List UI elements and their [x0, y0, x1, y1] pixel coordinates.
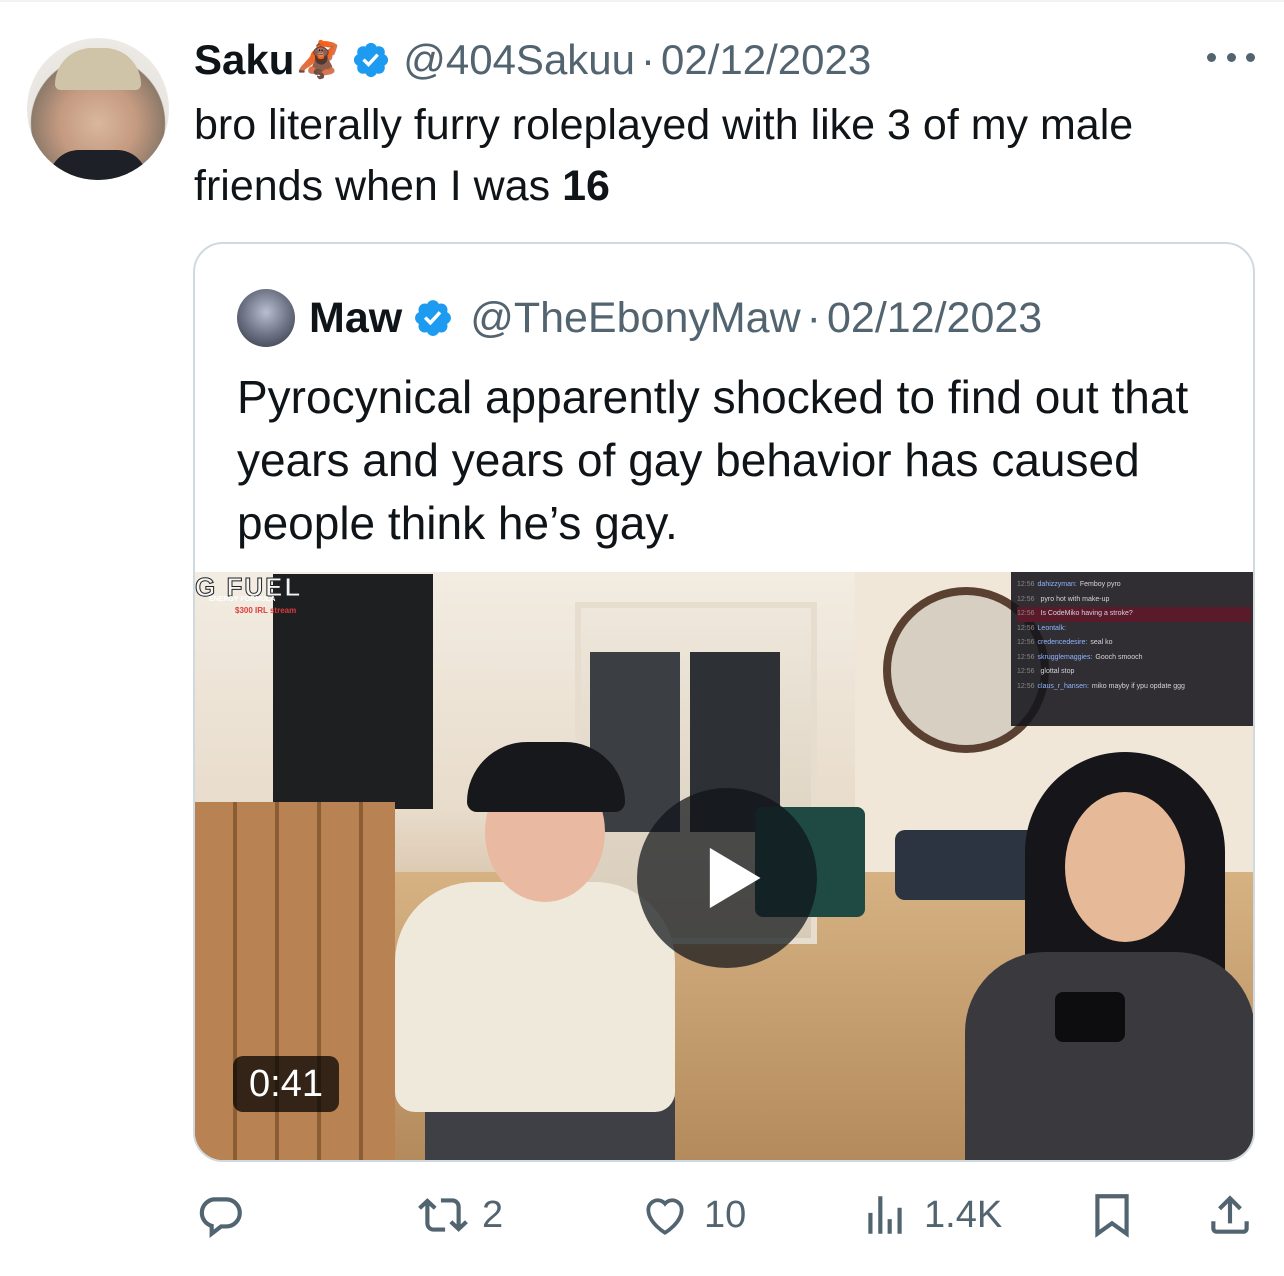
chat-timestamp: 12:56: [1017, 639, 1035, 646]
chat-timestamp: 12:56: [1017, 595, 1035, 603]
chat-line: 12:56 claus_r_hansen: miko mayby if ypu op…: [1017, 680, 1251, 695]
chat-timestamp: 12:56: [1017, 668, 1035, 675]
like-count: 10: [704, 1193, 747, 1236]
chat-message: Is CodeMiko having a stroke?: [1040, 610, 1133, 617]
chat-timestamp: 12:56: [1017, 581, 1035, 588]
bookmark-icon: [1095, 1194, 1129, 1238]
quote-date-separator: ·: [806, 293, 821, 342]
chat-timestamp: 12:56: [1017, 653, 1035, 661]
video-duration: 0:41: [233, 1056, 339, 1112]
avatar-cap: [55, 48, 141, 90]
reply-button[interactable]: [195, 1180, 259, 1250]
gfuel-promo: $300 IRL stream: [235, 606, 297, 615]
more-dot: [1226, 52, 1236, 62]
top-divider: [0, 0, 1284, 2]
retweet-button[interactable]: 2: [418, 1180, 503, 1250]
chat-username: skrugglemaggies:: [1037, 653, 1093, 661]
tweet-text-bold: 16: [562, 162, 610, 210]
quote-header: Maw @TheEbonyMaw · 02/12/2023: [237, 289, 1043, 347]
tweet-header: Saku 🦧 @404Sakuu · 02/12/2023: [194, 32, 871, 88]
retweet-icon: [418, 1198, 468, 1232]
chat-username: dahizzyman:: [1037, 581, 1077, 588]
chat-line: 12:56 Is CodeMiko having a stroke?: [1017, 607, 1251, 622]
chat-line: 12:56 glottal stop: [1017, 665, 1251, 680]
more-dot: [1246, 52, 1255, 62]
chat-message: Gooch smooch: [1095, 653, 1143, 661]
chat-username: credencedesire:: [1037, 639, 1088, 646]
chat-username: Leontalk:: [1037, 624, 1066, 632]
stream-chat-overlay: 12:56 dahizzyman: Femboy pyro 12:56 pyro hot…: [1011, 572, 1253, 726]
date-separator: ·: [641, 36, 656, 83]
person-shirt: [395, 882, 675, 1112]
chat-line: 12:56 pyro hot with make-up: [1017, 593, 1251, 608]
chat-message: seal ko: [1090, 639, 1113, 646]
chat-line: 12:56 skrugglemaggies: Gooch smooch: [1017, 651, 1251, 666]
views-count: 1.4K: [924, 1193, 1003, 1236]
quoted-tweet[interactable]: Maw @TheEbonyMaw · 02/12/2023 Pyrocynica…: [193, 242, 1255, 1162]
quote-text: Pyrocynical apparently shocked to find o…: [237, 371, 1189, 549]
tweet-date[interactable]: 02/12/2023: [661, 36, 871, 84]
orangutan-emoji: 🦧: [296, 39, 342, 80]
chat-timestamp: 12:56: [1017, 682, 1035, 690]
chat-line: 12:56 dahizzyman: Femboy pyro: [1017, 578, 1251, 593]
tweet-text: bro literally furry roleplayed with like…: [194, 95, 1264, 217]
chat-username: claus_r_hansen:: [1037, 682, 1089, 690]
author-handle[interactable]: @404Sakuu: [403, 36, 635, 84]
author-avatar[interactable]: [27, 38, 169, 180]
views-icon: [868, 1196, 902, 1234]
like-button[interactable]: 10: [640, 1180, 746, 1250]
share-icon: [1211, 1195, 1249, 1234]
verified-badge-icon[interactable]: [351, 40, 391, 80]
quote-date: 02/12/2023: [826, 293, 1043, 342]
avatar-shirt: [49, 150, 147, 180]
tweet-text-body: bro literally furry roleplayed with like…: [194, 101, 1134, 210]
more-dot: [1207, 52, 1216, 62]
chat-message: glottal stop: [1040, 668, 1075, 675]
chat-line: 12:56 credencedesire: seal ko: [1017, 636, 1251, 651]
bookmark-button[interactable]: [1087, 1180, 1137, 1250]
chat-message: pyro hot with make-up: [1040, 595, 1110, 603]
gfuel-subtitle: ENERGY FORMULA: [209, 596, 276, 603]
person-face: [1065, 792, 1185, 942]
tweet-actions: 2 10 1.4K: [0, 1180, 1284, 1250]
verified-badge-icon: [415, 300, 452, 336]
reply-icon: [199, 1197, 242, 1239]
author-name[interactable]: Saku: [194, 36, 294, 84]
person-cap: [467, 742, 625, 812]
quote-author-handle: @TheEbonyMaw: [470, 293, 801, 342]
quote-author-name: Maw: [309, 293, 403, 342]
play-button[interactable]: [637, 788, 817, 968]
more-icon[interactable]: [1207, 45, 1255, 69]
chat-message: miko mayby if ypu opdate ggg: [1091, 682, 1185, 690]
person-body: [965, 952, 1253, 1160]
chat-timestamp: 12:56: [1017, 610, 1035, 617]
chat-message: Femboy pyro: [1079, 581, 1121, 588]
play-icon: [709, 847, 761, 909]
video-person-right: [965, 742, 1253, 1160]
retweet-count: 2: [482, 1193, 504, 1236]
video-player[interactable]: G FUEL ENERGY FORMULA $300 IRL stream 12…: [195, 572, 1253, 1160]
chat-line: 12:56 Leontalk:: [1017, 622, 1251, 637]
video-person-left: [345, 742, 675, 1160]
person-phone: [1055, 992, 1125, 1042]
like-icon: [646, 1198, 684, 1235]
quote-author-avatar[interactable]: [237, 289, 295, 347]
views-button[interactable]: 1.4K: [860, 1180, 1002, 1250]
share-button[interactable]: [1205, 1180, 1255, 1250]
chat-timestamp: 12:56: [1017, 624, 1035, 632]
